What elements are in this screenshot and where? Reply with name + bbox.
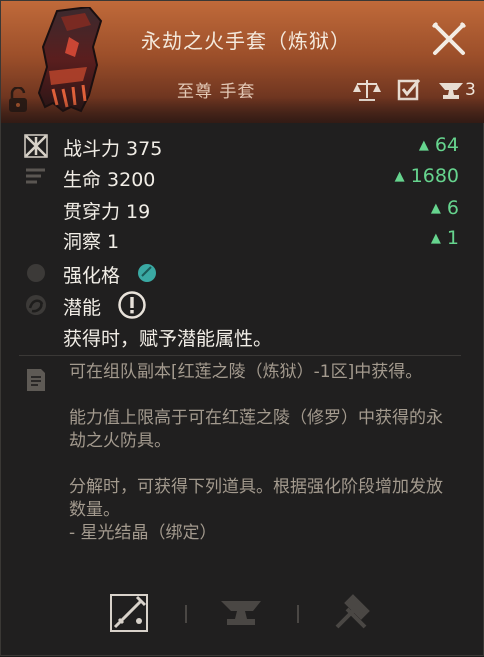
anvil-upgrade-icon[interactable] — [219, 591, 263, 635]
stat-delta: ▲ 1 — [430, 227, 459, 249]
enhance-slot-label: 强化格 — [63, 265, 121, 287]
combat-power-icon — [24, 134, 48, 158]
unlock-icon[interactable] — [7, 87, 29, 113]
item-description: 可在组队副本[红莲之陵（炼狱）-1区]中获得。 能力值上限高于可在红莲之陵（修罗… — [69, 362, 443, 543]
equip-sword-icon[interactable] — [107, 591, 151, 635]
up-arrow-icon: ▲ — [418, 138, 429, 153]
up-arrow-icon: ▲ — [430, 231, 441, 246]
potential-label: 潜能 — [63, 297, 102, 319]
stat-delta: ▲ 6 — [430, 197, 459, 219]
up-arrow-icon: ▲ — [394, 169, 405, 184]
stat-label: 生命 3200 — [63, 169, 156, 191]
gauntlet-icon — [37, 7, 103, 113]
anvil-count: 3 — [465, 80, 476, 100]
stat-insight: 洞察 1 ▲ 1 — [1, 224, 484, 254]
footer-divider — [185, 605, 187, 623]
header-actions: 3 — [353, 77, 476, 103]
stat-hp: 生命 3200 ▲ 1680 — [1, 162, 484, 192]
potential-swirl-icon — [26, 295, 46, 315]
item-title: 永劫之火手套（炼狱） — [141, 29, 351, 53]
gem-icon[interactable] — [137, 263, 157, 283]
stat-label: 洞察 1 — [63, 231, 120, 253]
checkbox-icon[interactable] — [395, 78, 423, 102]
hammer-wrench-icon[interactable] — [329, 591, 373, 635]
divider — [19, 355, 461, 356]
enhance-slot-row: 强化格 — [1, 258, 484, 288]
anvil-icon[interactable] — [437, 78, 465, 102]
item-grade-type: 至尊 手套 — [177, 82, 256, 102]
stat-label: 战斗力 375 — [63, 138, 163, 160]
up-arrow-icon: ▲ — [430, 201, 441, 216]
action-bar — [1, 577, 484, 657]
potential-row: 潜能 — [1, 290, 484, 320]
stat-combat-power: 战斗力 375 ▲ 64 — [1, 131, 484, 161]
stat-penetration: 贯穿力 19 ▲ 6 — [1, 194, 484, 224]
potential-note-row: 获得时，赋予潜能属性。 — [1, 321, 484, 351]
item-header: 永劫之火手套（炼狱） 至尊 手套 3 — [1, 1, 484, 123]
document-icon — [27, 369, 45, 391]
stat-label: 贯穿力 19 — [63, 201, 151, 223]
scale-compare-icon[interactable] — [353, 78, 381, 102]
stat-delta: ▲ 64 — [418, 134, 459, 156]
footer-divider — [297, 605, 299, 623]
stat-delta: ▲ 1680 — [394, 165, 459, 187]
close-icon[interactable] — [427, 17, 471, 61]
potential-note: 获得时，赋予潜能属性。 — [63, 328, 273, 350]
item-tooltip-panel: 永劫之火手套（炼狱） 至尊 手套 3 战斗力 375 ▲ 64 生命 3200 … — [0, 0, 484, 656]
enhance-slot-icon — [27, 264, 45, 282]
info-exclamation-icon[interactable] — [117, 290, 147, 320]
lines-icon — [26, 168, 45, 184]
